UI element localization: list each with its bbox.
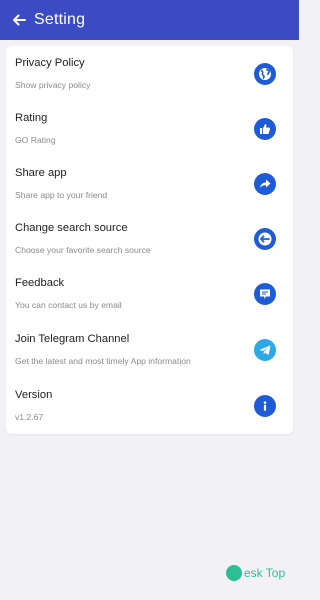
setting-privacy-policy[interactable]: Privacy Policy Show privacy policy (6, 48, 293, 102)
page-title: Setting (34, 11, 86, 28)
globe-icon (254, 63, 276, 85)
setting-join-telegram[interactable]: Join Telegram Channel Get the latest and… (6, 324, 293, 378)
setting-title: Rating (15, 112, 48, 124)
setting-subtitle: Share app to your friend (15, 190, 108, 200)
setting-subtitle: Get the latest and most timely App infor… (15, 356, 191, 366)
setting-title: Feedback (15, 277, 65, 289)
setting-rating[interactable]: Rating GO Rating (6, 103, 293, 157)
setting-subtitle: Choose your favorite search source (15, 245, 151, 255)
setting-subtitle: GO Rating (15, 135, 56, 145)
setting-feedback[interactable]: Feedback You can contact us by email (6, 268, 293, 322)
watermark-logo-icon (226, 565, 242, 581)
telegram-icon (254, 339, 276, 361)
setting-change-search-source[interactable]: Change search source Choose your favorit… (6, 213, 293, 267)
setting-share-app[interactable]: Share app Share app to your friend (6, 158, 293, 212)
setting-subtitle: Show privacy policy (15, 80, 91, 90)
setting-subtitle: You can contact us by email (15, 300, 122, 310)
watermark: esk Top (226, 565, 285, 581)
message-icon (254, 283, 276, 305)
setting-title: Share app (15, 167, 67, 179)
setting-title: Version (15, 389, 53, 401)
app-bar: Setting (0, 0, 299, 40)
share-arrow-icon (254, 173, 276, 195)
watermark-text: esk Top (244, 566, 286, 580)
settings-card: Privacy Policy Show privacy policy Ratin… (6, 46, 293, 434)
thumbs-up-icon (254, 118, 276, 140)
setting-title: Privacy Policy (15, 57, 85, 69)
swap-icon (254, 228, 276, 250)
setting-subtitle: v1.2.67 (15, 412, 44, 422)
setting-version[interactable]: Version v1.2.67 (6, 380, 293, 434)
setting-title: Change search source (15, 222, 128, 234)
info-icon (254, 395, 276, 417)
setting-title: Join Telegram Channel (15, 333, 130, 345)
back-arrow-icon[interactable] (10, 11, 28, 29)
